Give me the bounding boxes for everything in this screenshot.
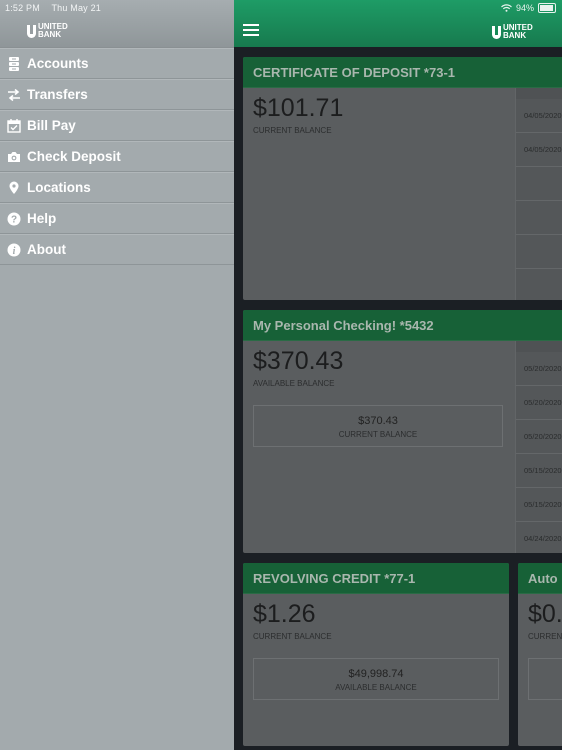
transaction-row[interactable]: 05/15/2020 bbox=[516, 454, 562, 488]
account-card-checking[interactable]: My Personal Checking! *5432 $370.43 AVAI… bbox=[243, 310, 562, 553]
transaction-row[interactable]: 05/20/2020 bbox=[516, 420, 562, 454]
menu-item-label: Help bbox=[27, 211, 57, 226]
menu-toggle-button[interactable] bbox=[243, 24, 259, 39]
account-card-title: REVOLVING CREDIT *77-1 bbox=[243, 563, 509, 594]
logo-mark-icon bbox=[492, 25, 501, 39]
account-balance: $1.26 bbox=[253, 600, 316, 628]
secondary-balance-box: $49,998.74 AVAILABLE BALANCE bbox=[253, 658, 499, 700]
secondary-balance-label: AVAILABLE BALANCE bbox=[335, 683, 417, 692]
transaction-row[interactable]: 05/20/2020 bbox=[516, 352, 562, 386]
svg-text:i: i bbox=[13, 246, 16, 257]
account-balance: $0. bbox=[528, 600, 562, 628]
menu-item-label: Transfers bbox=[27, 87, 88, 102]
bank-logo-header: UNITED BANK bbox=[492, 24, 533, 40]
menu-item-label: Locations bbox=[27, 180, 91, 195]
info-icon: i bbox=[7, 243, 21, 257]
account-balance: $101.71 bbox=[253, 94, 344, 122]
accounts-icon bbox=[7, 56, 21, 71]
menu-item-locations[interactable]: Locations bbox=[0, 172, 234, 203]
transaction-row[interactable]: 05/15/2020 bbox=[516, 488, 562, 522]
secondary-balance-label: CURRENT BALANCE bbox=[338, 430, 418, 439]
balance-label: CURRENT BALANCE bbox=[253, 126, 332, 135]
account-balance: $370.43 bbox=[253, 347, 344, 375]
map-pin-icon bbox=[7, 181, 21, 195]
secondary-balance: $370.43 bbox=[358, 415, 398, 427]
calendar-check-icon bbox=[7, 118, 21, 133]
menu-item-about[interactable]: i About bbox=[0, 234, 234, 265]
transfers-icon bbox=[7, 88, 21, 102]
transaction-row[interactable] bbox=[516, 167, 562, 201]
battery-icon bbox=[538, 3, 556, 13]
account-card-title: Auto bbox=[518, 563, 562, 594]
transaction-row[interactable]: 04/24/2020 bbox=[516, 522, 562, 553]
main-content: 94% UNITED BANK CERTIFICATE OF DEPOSIT *7… bbox=[234, 0, 562, 750]
top-navigation-bar: 94% UNITED BANK bbox=[234, 0, 562, 47]
wifi-icon bbox=[501, 4, 512, 12]
battery-percent: 94% bbox=[515, 3, 534, 13]
drawer-header: 1:52 PM Thu May 21 UNITED BANK bbox=[0, 0, 234, 48]
logo-text-line2: BANK bbox=[38, 30, 62, 39]
menu-item-label: About bbox=[27, 242, 66, 257]
menu-item-transfers[interactable]: Transfers bbox=[0, 79, 234, 110]
menu-item-check-deposit[interactable]: Check Deposit bbox=[0, 141, 234, 172]
balance-label: CURREN bbox=[528, 632, 562, 641]
menu-item-help[interactable]: ? Help bbox=[0, 203, 234, 234]
menu-item-accounts[interactable]: Accounts bbox=[0, 48, 234, 79]
logo-text-line2: BANK bbox=[503, 31, 527, 40]
account-card-title: My Personal Checking! *5432 bbox=[243, 310, 562, 341]
transactions-list: 04/05/2020 04/05/2020 bbox=[515, 88, 562, 300]
balance-label: CURRENT BALANCE bbox=[253, 632, 332, 641]
menu-item-label: Bill Pay bbox=[27, 118, 76, 133]
transaction-row[interactable]: 04/05/2020 bbox=[516, 133, 562, 167]
status-bar-left: 1:52 PM Thu May 21 bbox=[5, 3, 110, 13]
status-time: 1:52 PM bbox=[5, 3, 40, 13]
balance-label: AVAILABLE BALANCE bbox=[253, 379, 335, 388]
account-card-revolving-credit[interactable]: REVOLVING CREDIT *77-1 $1.26 CURRENT BAL… bbox=[243, 563, 509, 746]
svg-text:?: ? bbox=[11, 214, 17, 225]
camera-icon bbox=[7, 150, 21, 164]
status-bar-right: 94% bbox=[501, 3, 556, 13]
menu-item-label: Accounts bbox=[27, 56, 89, 71]
transaction-row[interactable]: 05/20/2020 bbox=[516, 386, 562, 420]
logo-mark-icon bbox=[27, 24, 36, 38]
menu-item-bill-pay[interactable]: Bill Pay bbox=[0, 110, 234, 141]
transactions-list: 05/20/2020 05/20/2020 05/20/2020 05/15/2… bbox=[515, 341, 562, 553]
account-card-cd[interactable]: CERTIFICATE OF DEPOSIT *73-1 $101.71 CUR… bbox=[243, 57, 562, 300]
transaction-row[interactable] bbox=[516, 201, 562, 235]
secondary-balance-box bbox=[528, 658, 562, 700]
secondary-balance: $49,998.74 bbox=[348, 668, 404, 680]
transaction-row[interactable] bbox=[516, 235, 562, 269]
help-icon: ? bbox=[7, 212, 21, 226]
accounts-dashboard: CERTIFICATE OF DEPOSIT *73-1 $101.71 CUR… bbox=[234, 47, 562, 750]
drawer-menu: Accounts Transfers Bill Pay Check Deposi… bbox=[0, 48, 234, 265]
secondary-balance-box: $370.43 CURRENT BALANCE bbox=[253, 405, 503, 447]
account-card-title: CERTIFICATE OF DEPOSIT *73-1 bbox=[243, 57, 562, 88]
menu-item-label: Check Deposit bbox=[27, 149, 121, 164]
side-drawer: 1:52 PM Thu May 21 UNITED BANK Accounts T… bbox=[0, 0, 234, 750]
transaction-row[interactable]: 04/05/2020 bbox=[516, 99, 562, 133]
bank-logo: UNITED BANK bbox=[27, 23, 68, 39]
status-date: Thu May 21 bbox=[51, 3, 101, 13]
account-card-auto[interactable]: Auto $0. CURREN bbox=[518, 563, 562, 746]
